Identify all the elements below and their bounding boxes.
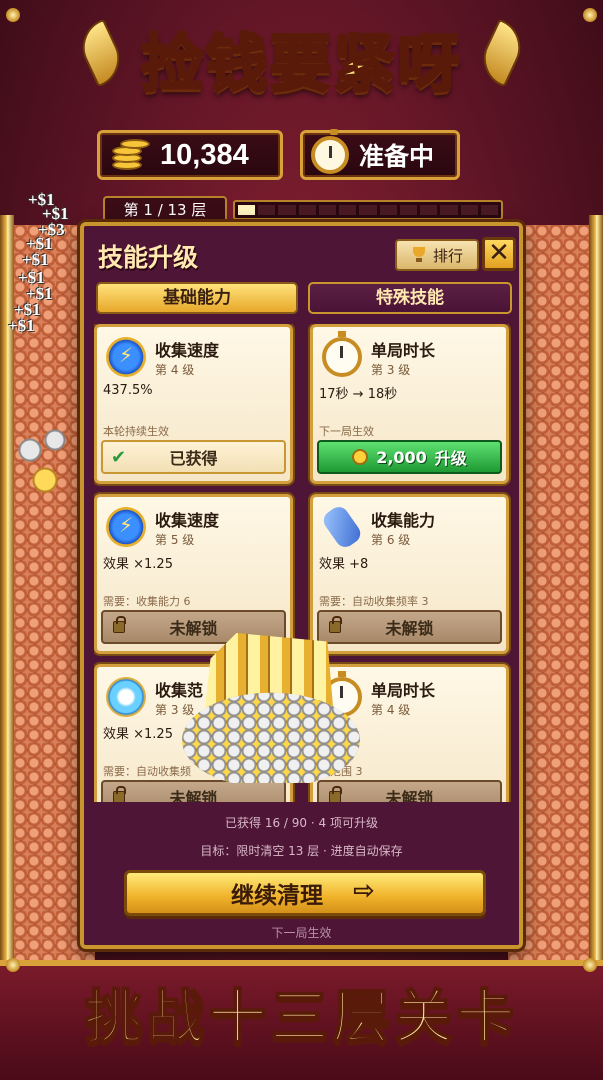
skill-note: 下一局生效: [319, 425, 374, 438]
floor-indicator: 第 1 / 13 层: [103, 196, 227, 224]
skill-note: 需要：收集能力 6: [103, 595, 191, 608]
coin-icon: [352, 449, 369, 465]
skill-effect: 效果 ×1.25: [103, 557, 173, 572]
skill-level: 第 4 级: [371, 703, 411, 717]
floor-progress-segment: [278, 205, 296, 215]
action-label: 未解锁: [385, 619, 434, 638]
skill-name: 收集能力: [371, 511, 436, 530]
floor-progress-segment: [379, 205, 397, 215]
floor-progress-segment: [420, 205, 438, 215]
trophy-icon: [411, 247, 427, 263]
gold-treasure-pile: [182, 633, 360, 783]
coin-stack-icon: [108, 136, 150, 174]
locked-status: 未解锁: [317, 780, 502, 802]
reward-popup: +$1: [22, 250, 49, 269]
skill-card: 收集速度第 4 级437.5% 本轮持续生效 ✔ 已获得: [94, 324, 293, 484]
coin-value: 10,384: [160, 138, 249, 171]
owned-status: ✔ 已获得: [101, 440, 286, 474]
rivet-icon: [583, 958, 597, 972]
skill-card: 单局时长第 3 级 17秒 → 18秒 下一局生效 2,000 升级: [310, 324, 509, 484]
skill-card: 收集能力第 6 级效果 +8 需要：自动收集频率 3 未解锁: [310, 494, 509, 654]
locked-status: 未解锁: [101, 780, 286, 802]
floor-progress-segment: [399, 205, 418, 215]
upgrade-button[interactable]: 2,000 升级: [317, 440, 502, 474]
arrow-right-icon: [353, 876, 379, 906]
skill-name: 收集速度: [155, 341, 220, 360]
skill-name: 收集速度: [155, 511, 220, 530]
tab-special-skills[interactable]: 特殊技能: [308, 282, 512, 314]
ring-icon: [106, 677, 146, 717]
lightning-icon: [106, 507, 146, 547]
right-pillar: [589, 215, 603, 1020]
progress-summary: 已获得 16 / 90 · 4 项可升级: [225, 816, 378, 830]
skill-name: 单局时长: [371, 341, 436, 360]
leaderboard-button[interactable]: 排行: [395, 239, 479, 271]
floor-progress-segment: [359, 205, 377, 215]
tab-basic-abilities[interactable]: 基础能力: [96, 282, 298, 314]
skill-effect: 效果 ×1.25: [103, 727, 173, 742]
action-label: 未解锁: [169, 789, 218, 802]
skill-note: 需要：自动收集频率 3: [319, 595, 429, 608]
floor-progress-segment: [318, 205, 337, 215]
panel-title: 技能升级: [98, 243, 199, 272]
next-round-hint: 下一局生效: [271, 926, 332, 940]
floor-progress-segment: [258, 205, 276, 215]
action-label: 已获得: [169, 449, 218, 468]
skill-level: 第 3 级: [371, 363, 411, 377]
skill-effect: 17秒 → 18秒: [319, 387, 398, 402]
check-icon: ✔: [111, 446, 127, 468]
floor-progress-segment: [440, 205, 458, 215]
rivet-icon: [6, 8, 20, 22]
coin-counter: 10,384: [97, 130, 283, 180]
floor-progress-bar: [233, 200, 503, 220]
continue-label: 继续清理: [231, 883, 323, 909]
panel-footer: 已获得 16 / 90 · 4 项可升级 目标：限时清空 13 层 · 进度自动…: [84, 802, 519, 945]
action-label: 未解锁: [385, 789, 434, 802]
floor-progress-segment: [238, 205, 256, 215]
continue-button[interactable]: 继续清理: [124, 870, 486, 916]
skill-effect: 效果 +8: [319, 557, 369, 572]
skill-name: 单局时长: [371, 681, 436, 700]
floor-progress-segment: [298, 205, 316, 215]
floor-progress-segment: [480, 205, 499, 215]
rivet-icon: [6, 958, 20, 972]
skill-level: 第 5 级: [155, 533, 195, 547]
banner-slogan: 挑战十三层关卡: [83, 982, 519, 1052]
stopwatch-icon: [311, 129, 349, 174]
reward-popup: +$1: [8, 316, 35, 335]
skill-note: 本轮持续生效: [103, 425, 169, 438]
goal-text: 目标：限时清空 13 层 · 进度自动保存: [200, 844, 403, 858]
title-area: 捡钱要紧呀: [0, 8, 603, 128]
lock-icon: [113, 786, 126, 802]
coin-cluster: [0, 410, 70, 510]
skill-card: 收集速度第 5 级效果 ×1.25需要：收集能力 6未解锁: [94, 494, 293, 654]
rivet-icon: [583, 8, 597, 22]
lock-icon: [329, 616, 342, 633]
magnet-icon: [319, 503, 365, 551]
floor-progress-segment: [460, 205, 478, 215]
skill-note: 需要：自动收集频: [103, 765, 191, 778]
skill-upgrade-panel: 技能升级 排行 ✕ 基础能力 特殊技能 收集速度第 4 级437.5%本轮持续生…: [80, 222, 523, 949]
action-label: 升级: [434, 449, 467, 468]
round-status: 准备中: [300, 129, 460, 180]
status-text: 准备中: [359, 142, 435, 171]
lock-icon: [113, 616, 126, 633]
floor-progress-segment: [339, 205, 357, 215]
lightning-icon: [106, 337, 146, 377]
lock-icon: [329, 786, 342, 802]
close-button[interactable]: ✕: [482, 237, 516, 271]
skill-level: 第 6 级: [371, 533, 411, 547]
skill-effect: 437.5%: [103, 383, 153, 398]
stopwatch-icon: [322, 331, 362, 377]
upgrade-cost: 2,000: [376, 447, 427, 467]
skill-level: 第 4 级: [155, 363, 195, 377]
leaderboard-label: 排行: [432, 246, 463, 265]
